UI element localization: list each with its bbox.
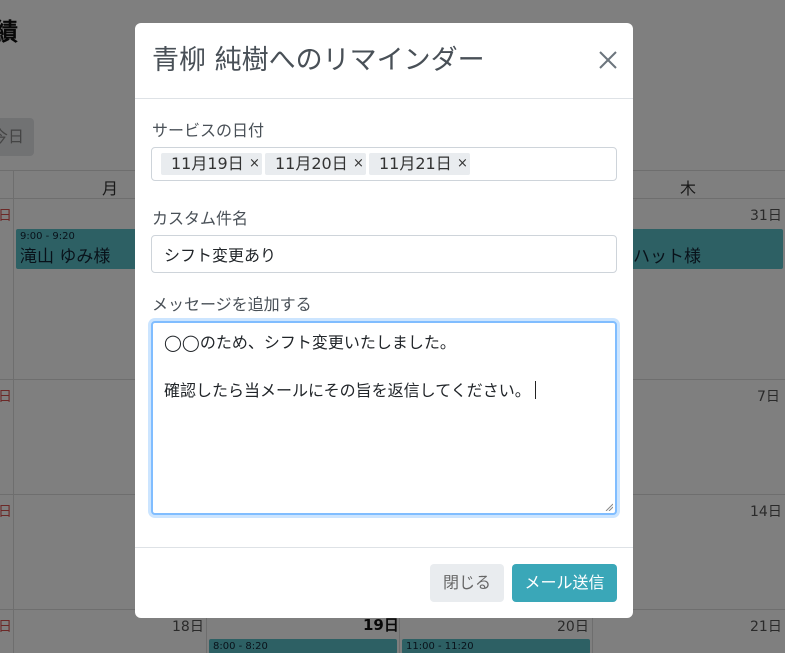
- text-caret: [534, 381, 536, 399]
- date-tag: 11月19日 ×: [161, 153, 262, 175]
- remove-tag-icon[interactable]: ×: [249, 153, 260, 175]
- close-button[interactable]: [595, 47, 621, 73]
- message-textarea[interactable]: ◯◯のため、シフト変更いたしました。 確認したら当メールにその旨を返信してくださ…: [151, 321, 617, 515]
- date-tag: 11月21日 ×: [369, 153, 470, 175]
- modal-footer: 閉じる メール送信: [135, 547, 633, 618]
- modal-title: 青柳 純樹へのリマインダー: [152, 45, 485, 76]
- service-date-multiselect[interactable]: 11月19日 × 11月20日 × 11月21日 ×: [151, 147, 617, 181]
- remove-tag-icon[interactable]: ×: [353, 153, 364, 175]
- subject-label: カスタム件名: [152, 209, 249, 228]
- close-icon: [599, 51, 617, 69]
- service-date-label: サービスの日付: [152, 121, 265, 140]
- subject-input[interactable]: [151, 235, 617, 273]
- message-text: ◯◯のため、シフト変更いたしました。 確認したら当メールにその旨を返信してくださ…: [164, 333, 531, 400]
- date-tag: 11月20日 ×: [265, 153, 366, 175]
- remove-tag-icon[interactable]: ×: [457, 153, 468, 175]
- close-modal-button[interactable]: 閉じる: [430, 564, 504, 602]
- reminder-modal: 青柳 純樹へのリマインダー サービスの日付 11月19日 × 11月20日 × …: [135, 23, 633, 618]
- send-email-button[interactable]: メール送信: [512, 564, 617, 602]
- modal-header: 青柳 純樹へのリマインダー: [135, 23, 633, 99]
- resize-grip-icon[interactable]: [605, 503, 613, 511]
- message-label: メッセージを追加する: [152, 295, 312, 314]
